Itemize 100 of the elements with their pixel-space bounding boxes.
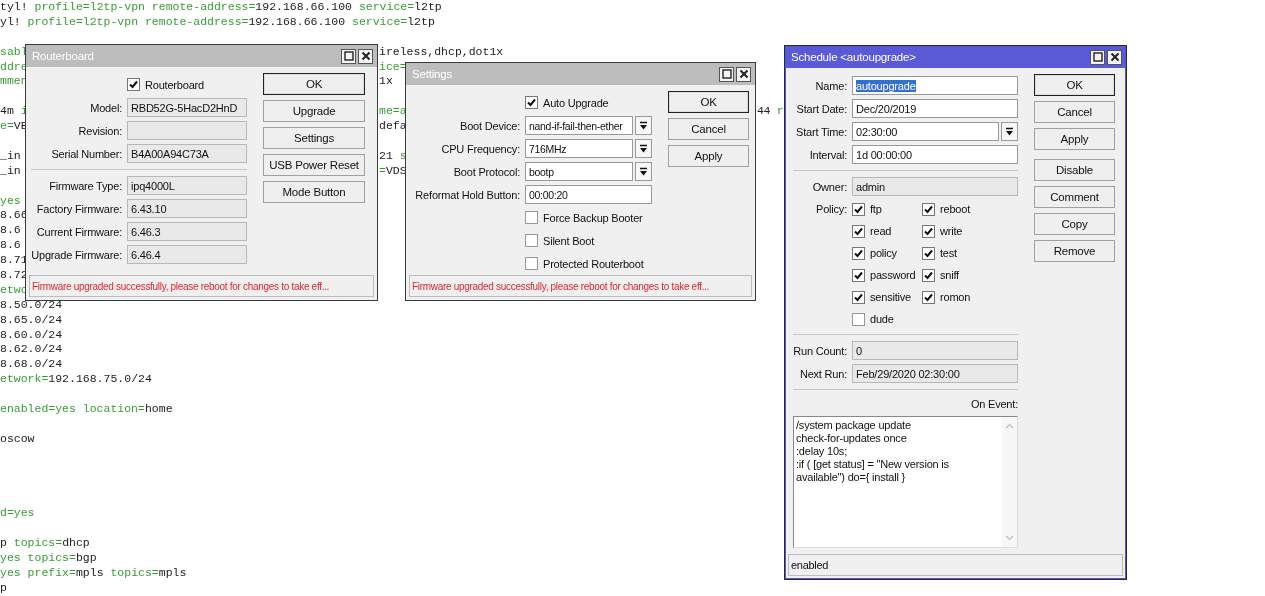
code-line: tyl! profile=l2tp-vpn remote-address=192.168.66.100 service=l2tp: [0, 0, 442, 13]
maximize-button[interactable]: [1090, 49, 1105, 65]
status-text: Firmware upgraded successfully, please reboot for changes to take eff...: [412, 280, 710, 292]
checkbox-label: policy: [870, 247, 897, 259]
field-label: Start Date:: [795, 102, 847, 115]
checkbox[interactable]: [922, 202, 935, 216]
checkbox[interactable]: [852, 268, 865, 282]
checkbox[interactable]: [852, 290, 865, 304]
close-icon: [738, 69, 749, 79]
dialog-button[interactable]: Cancel: [1034, 101, 1115, 123]
dropdown-button[interactable]: [635, 162, 652, 181]
code-line: yes prefix=mpls topics=mpls: [0, 565, 187, 579]
input-field[interactable]: Feb/29/2020 02:30:00: [852, 364, 1018, 383]
script-text-area[interactable]: /system package update check-for-updates once :delay 10s; :if ( [get status] = "New version is available") do={ install }: [793, 416, 1018, 548]
dialog-button[interactable]: Cancel: [668, 118, 749, 140]
close-icon: [360, 51, 371, 61]
checkbox[interactable]: [525, 96, 538, 109]
close-button[interactable]: [1107, 49, 1122, 65]
input-field[interactable]: nand-if-fail-then-ether: [525, 116, 633, 135]
field-label: Current Firmware:: [35, 225, 122, 238]
code-line: ice=: [379, 59, 407, 75]
dialog-button[interactable]: OK: [263, 73, 365, 95]
field-label: Reformat Hold Button:: [414, 188, 520, 201]
input-field[interactable]: Dec/20/2019: [852, 99, 1018, 118]
input-field[interactable]: 1d 00:00:00: [852, 145, 1018, 164]
dialog-button[interactable]: Upgrade: [263, 100, 365, 122]
dialog-button[interactable]: OK: [668, 91, 749, 113]
checkbox[interactable]: [852, 312, 865, 326]
input-field[interactable]: 6.46.3: [127, 222, 247, 241]
title-bar[interactable]: Schedule <autoupgrade>: [785, 46, 1126, 68]
checkbox[interactable]: [852, 246, 865, 260]
dialog-button[interactable]: Mode Button: [263, 181, 365, 203]
input-field[interactable]: 6.46.4: [127, 245, 247, 264]
field-label: Owner:: [811, 180, 847, 193]
checkbox[interactable]: [922, 268, 935, 282]
input-field[interactable]: 00:00:20: [525, 185, 652, 204]
checkbox[interactable]: [127, 78, 140, 91]
maximize-icon: [1092, 52, 1103, 62]
checkbox[interactable]: [852, 202, 865, 216]
code-line: 8.62.0/24: [0, 342, 63, 356]
checkbox[interactable]: [852, 224, 865, 238]
dialog-button[interactable]: Settings: [263, 127, 365, 149]
code-line: _in: [0, 148, 21, 164]
maximize-icon: [721, 69, 732, 79]
dropdown-button[interactable]: [635, 139, 652, 158]
checkbox[interactable]: [525, 211, 538, 224]
dialog-button[interactable]: Apply: [1034, 128, 1115, 150]
checkbox-label: dude: [870, 313, 894, 325]
status-text: enabled: [791, 559, 829, 571]
input-field[interactable]: 716MHz: [525, 139, 633, 158]
dialog-button[interactable]: Comment: [1034, 186, 1115, 208]
input-field[interactable]: admin: [852, 177, 1018, 196]
field-label: Next Run:: [798, 367, 847, 380]
status-text: Firmware upgraded successfully, please reboot for changes to take eff...: [32, 280, 330, 292]
checkbox-label: read: [870, 225, 892, 237]
checkbox[interactable]: [922, 290, 935, 304]
input-field[interactable]: bootp: [525, 162, 633, 181]
input-field[interactable]: ipq4000L: [127, 176, 247, 195]
close-icon: [1109, 52, 1120, 62]
checkbox[interactable]: [525, 234, 538, 247]
code-line: 8.71: [0, 253, 28, 267]
input-field[interactable]: 0: [852, 341, 1018, 360]
checkbox-label: Routerboard: [145, 78, 204, 91]
input-field[interactable]: autoupgrade: [852, 76, 1018, 95]
down-arrow-icon: [639, 120, 648, 131]
dialog-button[interactable]: Copy: [1034, 213, 1115, 235]
dialog-button[interactable]: Remove: [1034, 240, 1115, 262]
input-field[interactable]: 02:30:00: [852, 122, 999, 141]
down-arrow-icon: [1005, 126, 1014, 137]
code-line: ireless,dhcp,dot1x: [379, 44, 504, 60]
code-line: sabl: [0, 44, 28, 60]
checkbox-label: sniff: [940, 269, 959, 281]
field-label: Policy:: [815, 202, 847, 217]
field-label: Start Time:: [795, 125, 847, 138]
dropdown-button[interactable]: [635, 116, 652, 135]
maximize-icon: [343, 51, 354, 61]
field-label: Serial Number:: [50, 147, 122, 160]
dialog-button[interactable]: OK: [1034, 74, 1115, 96]
field-label: Interval:: [808, 148, 847, 161]
checkbox[interactable]: [525, 257, 538, 270]
checkbox[interactable]: [922, 224, 935, 238]
code-line: 8.65.0/24: [0, 312, 63, 326]
dialog-button[interactable]: Apply: [668, 145, 749, 167]
checkbox-label: test: [940, 247, 957, 259]
dialog-button[interactable]: Disable: [1034, 159, 1115, 181]
window-title: Settings: [412, 68, 452, 80]
code-line: etwork=192.168.75.0/24: [0, 372, 152, 386]
field-label: Firmware Type:: [48, 179, 122, 192]
input-field[interactable]: [127, 121, 247, 140]
checkbox[interactable]: [922, 246, 935, 260]
checkbox-label: ftp: [870, 203, 882, 215]
input-field[interactable]: RBD52G-5HacD2HnD: [127, 98, 247, 117]
dropdown-button[interactable]: [1001, 122, 1018, 141]
checkbox-label: Force Backup Booter: [543, 211, 643, 224]
field-label: Upgrade Firmware:: [31, 248, 122, 261]
field-label: On Event:: [970, 398, 1018, 410]
input-field[interactable]: 6.43.10: [127, 199, 247, 218]
input-field[interactable]: B4A00A94C73A: [127, 144, 247, 163]
dialog-button[interactable]: USB Power Reset: [263, 154, 365, 176]
code-line: 8.6: [0, 223, 21, 237]
